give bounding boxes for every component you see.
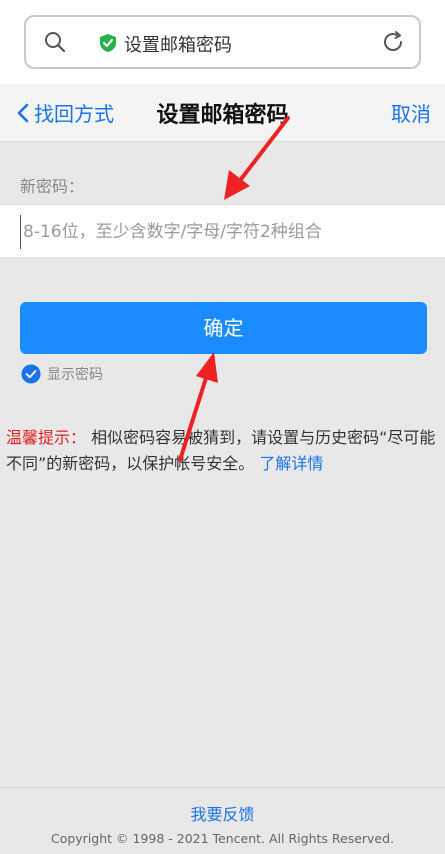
checkbox-checked-icon[interactable] xyxy=(21,364,41,384)
browser-address-bar: 设置邮箱密码 xyxy=(0,0,445,84)
footer: 我要反馈 Copyright © 1998 - 2021 Tencent. Al… xyxy=(0,787,445,854)
learn-more-link[interactable]: 了解详情 xyxy=(259,454,323,473)
password-row xyxy=(0,204,445,258)
url-field[interactable]: 设置邮箱密码 xyxy=(24,15,421,69)
shield-check-icon xyxy=(100,34,116,52)
show-password-label: 显示密码 xyxy=(47,367,103,383)
confirm-button[interactable]: 确定 xyxy=(20,302,427,354)
reload-icon[interactable] xyxy=(381,30,405,54)
copyright-text: Copyright © 1998 - 2021 Tencent. All Rig… xyxy=(50,831,395,846)
tip-title: 温馨提示： xyxy=(6,428,87,447)
new-password-input[interactable] xyxy=(20,215,430,249)
feedback-link[interactable]: 我要反馈 xyxy=(0,801,445,825)
url-text: 设置邮箱密码 xyxy=(124,35,232,56)
cancel-button[interactable]: 取消 xyxy=(391,98,431,127)
show-password-toggle[interactable]: 显示密码 xyxy=(21,364,103,384)
search-icon[interactable] xyxy=(44,31,66,53)
tip-message: 温馨提示： 相似密码容易被猜到，请设置与历史密码“尽可能不同”的新密码，以保护帐… xyxy=(6,425,436,477)
page-title: 设置邮箱密码 xyxy=(156,103,289,128)
navigation-bar: 找回方式 设置邮箱密码 取消 xyxy=(0,84,445,142)
new-password-label: 新密码： xyxy=(20,177,85,196)
